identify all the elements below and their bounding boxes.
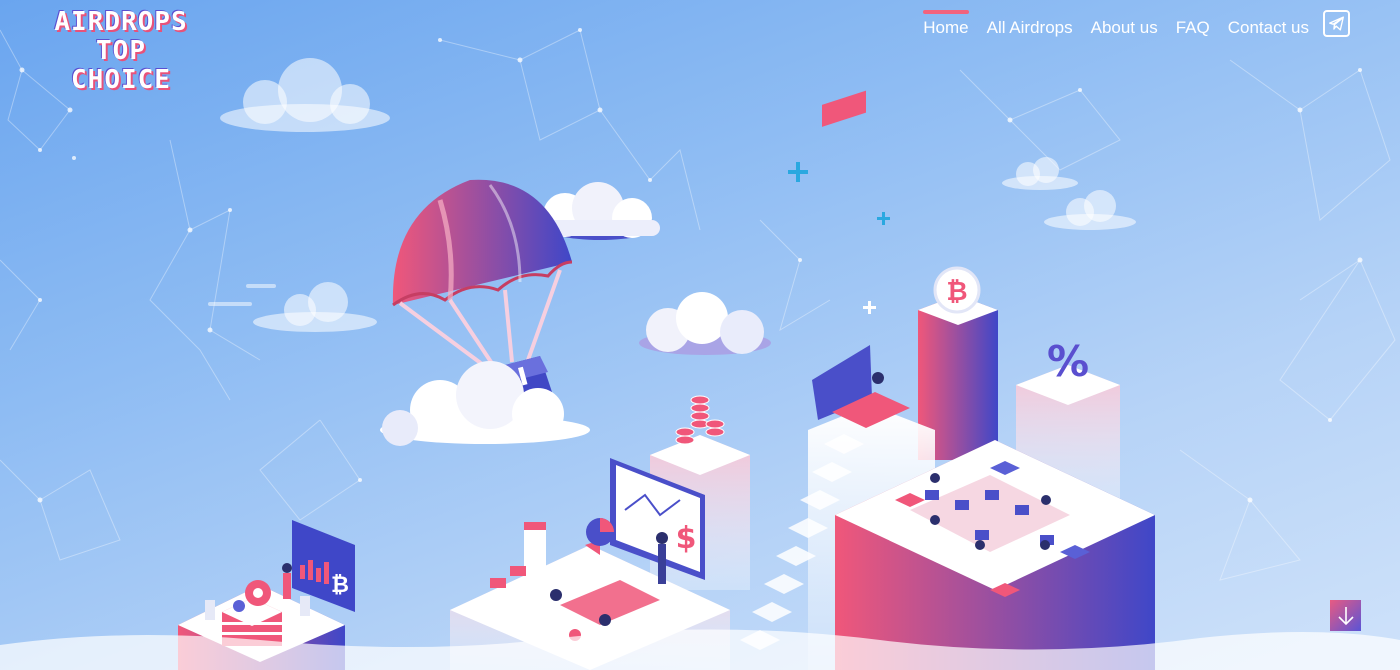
telegram-button[interactable] — [1323, 10, 1350, 37]
nav-item-home[interactable]: Home — [923, 10, 969, 38]
dollar-sign-icon: $ — [676, 521, 697, 556]
nav-item-all-airdrops[interactable]: All Airdrops — [987, 10, 1073, 38]
hero-section: ₿ % $ ₿ AIRDROPS TOP CHOICE Home All Air… — [0, 0, 1400, 670]
bitcoin-coin-icon: ₿ — [946, 277, 967, 307]
main-navigation: Home All Airdrops About us FAQ Contact u… — [905, 10, 1350, 38]
arrow-down-icon — [1337, 606, 1354, 625]
cloud-purple — [540, 182, 771, 355]
plus-icon — [788, 162, 890, 225]
crypto-isometric-illustration: ₿ % $ ₿ — [0, 90, 1400, 670]
logo-line: TOP — [96, 36, 146, 66]
percent-sign-icon: % — [1047, 337, 1089, 386]
scroll-down-button[interactable] — [1330, 600, 1361, 631]
gear-icon — [245, 580, 271, 606]
nav-item-about-us[interactable]: About us — [1091, 10, 1158, 38]
telegram-plane-icon — [1329, 16, 1344, 31]
nav-item-faq[interactable]: FAQ — [1176, 10, 1210, 38]
svg-text:₿: ₿ — [331, 573, 349, 598]
site-logo[interactable]: AIRDROPS TOP CHOICE — [36, 8, 206, 95]
logo-line: AIRDROPS — [54, 7, 188, 37]
logo-line: CHOICE — [71, 65, 171, 95]
nav-item-contact-us[interactable]: Contact us — [1228, 10, 1309, 38]
